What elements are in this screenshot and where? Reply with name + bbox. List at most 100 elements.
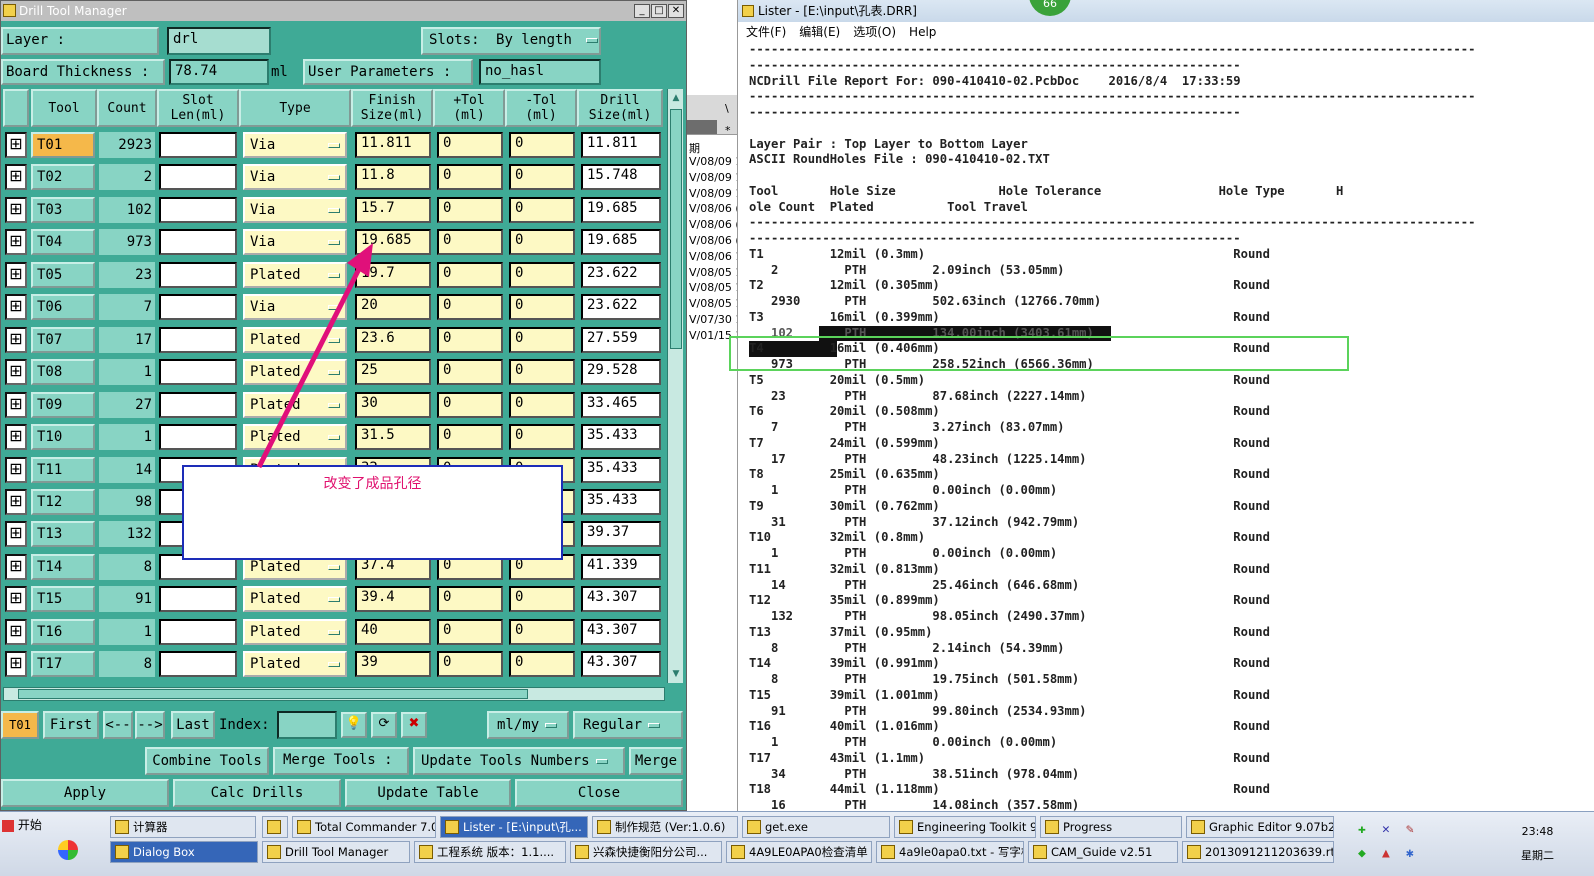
- taskbar-item[interactable]: get.exe: [742, 816, 890, 838]
- taskbar-item[interactable]: Total Commander 7.0 ...: [292, 816, 436, 838]
- drill-size-input[interactable]: 19.685: [581, 229, 661, 256]
- prev-button[interactable]: <--: [103, 711, 133, 739]
- taskbar-item[interactable]: Drill Tool Manager: [262, 841, 410, 863]
- tool-cell[interactable]: T17: [31, 651, 95, 678]
- slot-len-input[interactable]: [159, 132, 237, 158]
- tool-cell[interactable]: T09: [31, 391, 95, 418]
- scroll-thumb[interactable]: [670, 109, 682, 349]
- finish-size-input[interactable]: 20: [355, 294, 431, 321]
- drill-size-input[interactable]: 11.811: [581, 132, 661, 158]
- plus-tol-input[interactable]: 0: [437, 164, 503, 191]
- merge-mode-dropdown[interactable]: Update Tools Numbers: [413, 747, 625, 775]
- tool-cell[interactable]: T13: [31, 521, 95, 548]
- drill-size-input[interactable]: 33.465: [581, 391, 661, 418]
- plus-tol-input[interactable]: 0: [437, 294, 503, 321]
- taskbar-item[interactable]: CAM_Guide v2.51: [1028, 841, 1178, 863]
- hscroll-thumb[interactable]: [18, 689, 528, 699]
- slot-len-input[interactable]: [159, 326, 237, 353]
- type-dropdown[interactable]: Via: [243, 132, 347, 158]
- type-dropdown[interactable]: Plated: [243, 359, 347, 386]
- expand-icon[interactable]: ⊞: [5, 359, 27, 386]
- drill-size-input[interactable]: 15.748: [581, 164, 661, 191]
- finish-size-input[interactable]: 30: [355, 391, 431, 418]
- taskbar-item[interactable]: 2013091211203639.rtf...: [1182, 841, 1334, 863]
- slot-len-input[interactable]: [159, 391, 237, 418]
- minus-tol-input[interactable]: 0: [509, 326, 575, 353]
- type-dropdown[interactable]: Plated: [243, 586, 347, 613]
- expand-icon[interactable]: ⊞: [5, 196, 27, 223]
- type-dropdown[interactable]: Plated: [243, 618, 347, 645]
- minimize-button[interactable]: _: [634, 4, 650, 18]
- drill-size-input[interactable]: 43.307: [581, 651, 661, 678]
- tray-pen-icon[interactable]: ✎: [1406, 822, 1414, 837]
- tray-bluetooth-icon[interactable]: ✱: [1406, 846, 1414, 861]
- slot-len-input[interactable]: [159, 359, 237, 386]
- lightbulb-icon[interactable]: 💡: [341, 712, 367, 738]
- expand-icon[interactable]: ⊞: [5, 229, 27, 256]
- type-dropdown[interactable]: Plated: [243, 391, 347, 418]
- tool-cell[interactable]: T11: [31, 456, 95, 483]
- minus-tol-input[interactable]: 0: [509, 229, 575, 256]
- taskbar-item[interactable]: [262, 816, 288, 838]
- close-button[interactable]: Close: [515, 779, 683, 807]
- slot-len-input[interactable]: [159, 294, 237, 321]
- layer-field[interactable]: drl: [167, 27, 271, 55]
- slot-len-input[interactable]: [159, 424, 237, 451]
- tool-cell[interactable]: T01: [31, 132, 95, 158]
- slot-len-input[interactable]: [159, 196, 237, 223]
- finish-size-input[interactable]: 19.685: [355, 229, 431, 256]
- board-thickness-field[interactable]: 78.74: [169, 59, 269, 85]
- finish-size-input[interactable]: 11.8: [355, 164, 431, 191]
- windows-flag-icon[interactable]: [58, 840, 78, 860]
- minus-tol-input[interactable]: 0: [509, 196, 575, 223]
- type-dropdown[interactable]: Via: [243, 294, 347, 321]
- tray-plus-icon[interactable]: ✚: [1358, 822, 1366, 837]
- expand-icon[interactable]: ⊞: [5, 424, 27, 451]
- tray-cross-icon[interactable]: ✕: [1382, 822, 1390, 837]
- plus-tol-input[interactable]: 0: [437, 424, 503, 451]
- merge-button[interactable]: Merge: [629, 747, 683, 775]
- menu-help[interactable]: Help: [909, 22, 936, 42]
- plus-tol-input[interactable]: 0: [437, 618, 503, 645]
- drill-size-input[interactable]: 39.37: [581, 521, 661, 548]
- tool-cell[interactable]: T06: [31, 294, 95, 321]
- taskbar-item[interactable]: 4A9LE0APA0检查清单: [726, 841, 872, 863]
- type-dropdown[interactable]: Plated: [243, 651, 347, 678]
- minus-tol-input[interactable]: 0: [509, 424, 575, 451]
- tool-cell[interactable]: T04: [31, 229, 95, 256]
- finish-size-input[interactable]: 11.811: [355, 132, 431, 158]
- finish-size-input[interactable]: 40: [355, 618, 431, 645]
- taskbar-item[interactable]: 兴森快捷衡阳分公司...: [570, 841, 722, 863]
- taskbar-item[interactable]: Engineering Toolkit 9.0...: [894, 816, 1036, 838]
- expand-icon[interactable]: ⊞: [5, 553, 27, 580]
- delete-icon[interactable]: ✖: [401, 712, 427, 738]
- drill-size-input[interactable]: 23.622: [581, 261, 661, 288]
- tool-cell[interactable]: T08: [31, 359, 95, 386]
- plus-tol-input[interactable]: 0: [437, 391, 503, 418]
- menu-options[interactable]: 选项(O): [853, 22, 896, 42]
- slot-len-input[interactable]: [159, 261, 237, 288]
- tool-cell[interactable]: T10: [31, 424, 95, 451]
- expand-icon[interactable]: ⊞: [5, 261, 27, 288]
- drill-size-input[interactable]: 43.307: [581, 618, 661, 645]
- drill-size-input[interactable]: 35.433: [581, 488, 661, 515]
- calc-drills-button[interactable]: Calc Drills: [173, 779, 341, 807]
- drill-size-input[interactable]: 29.528: [581, 359, 661, 386]
- taskbar-item[interactable]: Lister - [E:\input\孔...: [440, 816, 588, 838]
- taskbar-item[interactable]: 计算器: [110, 816, 256, 838]
- index-field[interactable]: [277, 711, 337, 739]
- tool-cell[interactable]: T02: [31, 164, 95, 191]
- finish-size-input[interactable]: 31.5: [355, 424, 431, 451]
- combine-tools-button[interactable]: Combine Tools: [145, 747, 269, 775]
- plus-tol-input[interactable]: 0: [437, 651, 503, 678]
- lister-title-bar[interactable]: Lister - [E:\input\孔表.DRR]: [738, 0, 1594, 22]
- next-button[interactable]: -->: [135, 711, 165, 739]
- finish-size-input[interactable]: 19.7: [355, 261, 431, 288]
- minus-tol-input[interactable]: 0: [509, 164, 575, 191]
- expand-icon[interactable]: ⊞: [5, 391, 27, 418]
- minus-tol-input[interactable]: 0: [509, 132, 575, 158]
- type-dropdown[interactable]: Via: [243, 164, 347, 191]
- tray-network-icon[interactable]: ▲: [1382, 846, 1390, 861]
- slot-len-input[interactable]: [159, 618, 237, 645]
- drill-size-input[interactable]: 35.433: [581, 456, 661, 483]
